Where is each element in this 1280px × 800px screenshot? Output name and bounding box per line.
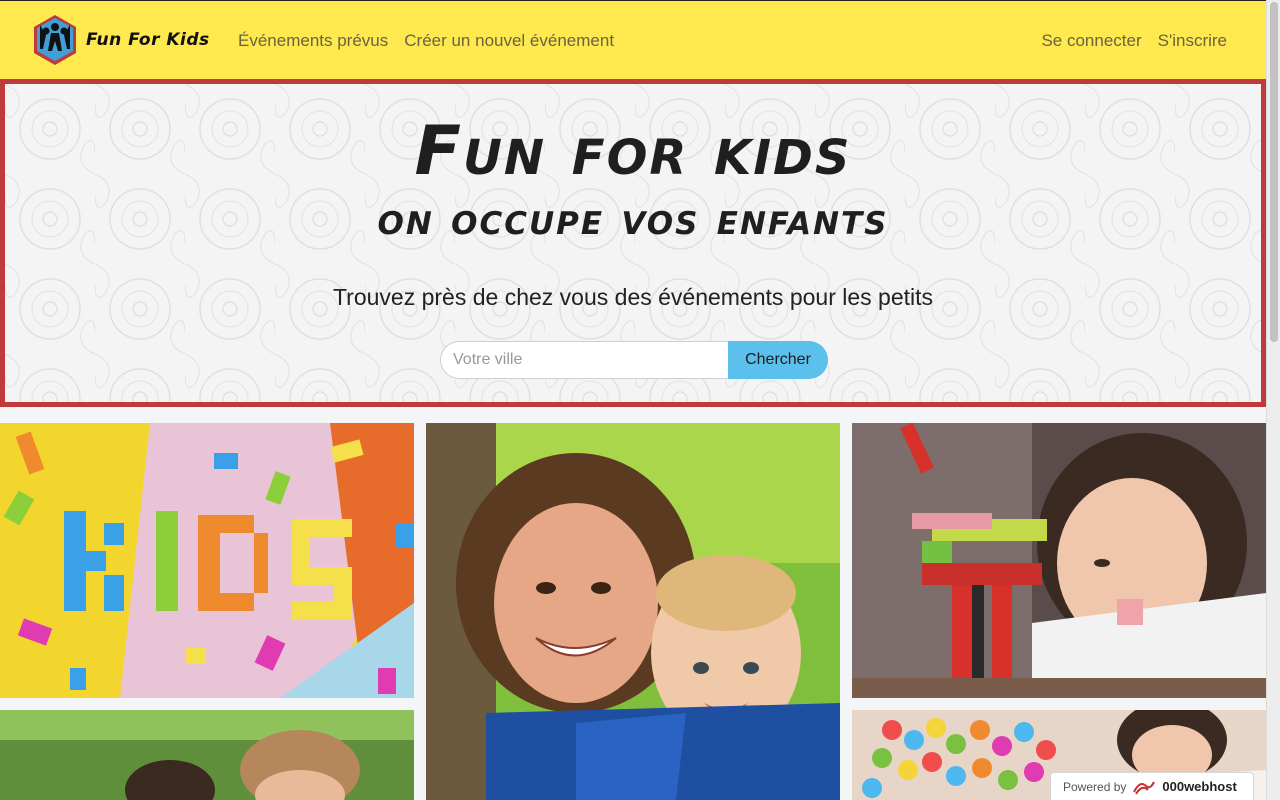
nav-link-create-event[interactable]: Créer un nouvel événement xyxy=(404,31,614,51)
page: Fun For Kids Événements prévus Créer un … xyxy=(0,0,1266,800)
brand-name: Fun For Kids xyxy=(86,30,210,50)
navbar: Fun For Kids Événements prévus Créer un … xyxy=(0,0,1266,79)
powered-by-badge[interactable]: Powered by 000webhost xyxy=(1050,772,1254,800)
lego-kids-photo xyxy=(0,423,414,698)
mother-baby-photo xyxy=(426,423,840,800)
hero-title: Fun for kids xyxy=(414,112,852,191)
children-outdoor-photo xyxy=(0,710,414,800)
page-scrollbar[interactable] xyxy=(1266,0,1280,800)
child-blocks-photo xyxy=(852,423,1266,698)
nav-link-events[interactable]: Événements prévus xyxy=(238,31,388,51)
gallery-tile-children-outdoor[interactable] xyxy=(0,710,414,800)
gallery-tile-lego-kids[interactable] xyxy=(0,423,414,698)
powered-by-label: Powered by xyxy=(1063,779,1127,794)
hero-subtitle: on occupe vos enfants xyxy=(377,194,889,245)
webhost-name: 000webhost xyxy=(1162,779,1237,794)
nav-link-login[interactable]: Se connecter xyxy=(1041,31,1141,51)
city-search-input[interactable] xyxy=(440,341,728,379)
search-button[interactable]: Chercher xyxy=(728,341,828,379)
brand-link[interactable]: Fun For Kids xyxy=(32,13,210,67)
logo-icon xyxy=(34,15,76,65)
nav-left: Événements prévus Créer un nouvel événem… xyxy=(238,31,614,51)
nav-right: Se connecter S'inscrire xyxy=(1041,31,1227,51)
hero-banner: Fun for kids on occupe vos enfants Trouv… xyxy=(0,79,1266,407)
nav-link-signup[interactable]: S'inscrire xyxy=(1158,31,1227,51)
gallery-tile-child-blocks[interactable] xyxy=(852,423,1266,698)
webhost-logo-icon xyxy=(1133,781,1156,795)
gallery-tile-mother-baby[interactable] xyxy=(426,423,840,800)
city-search-form: Chercher xyxy=(440,341,828,379)
scrollbar-thumb[interactable] xyxy=(1270,2,1278,342)
hero-tagline: Trouvez près de chez vous des événements… xyxy=(332,284,934,310)
